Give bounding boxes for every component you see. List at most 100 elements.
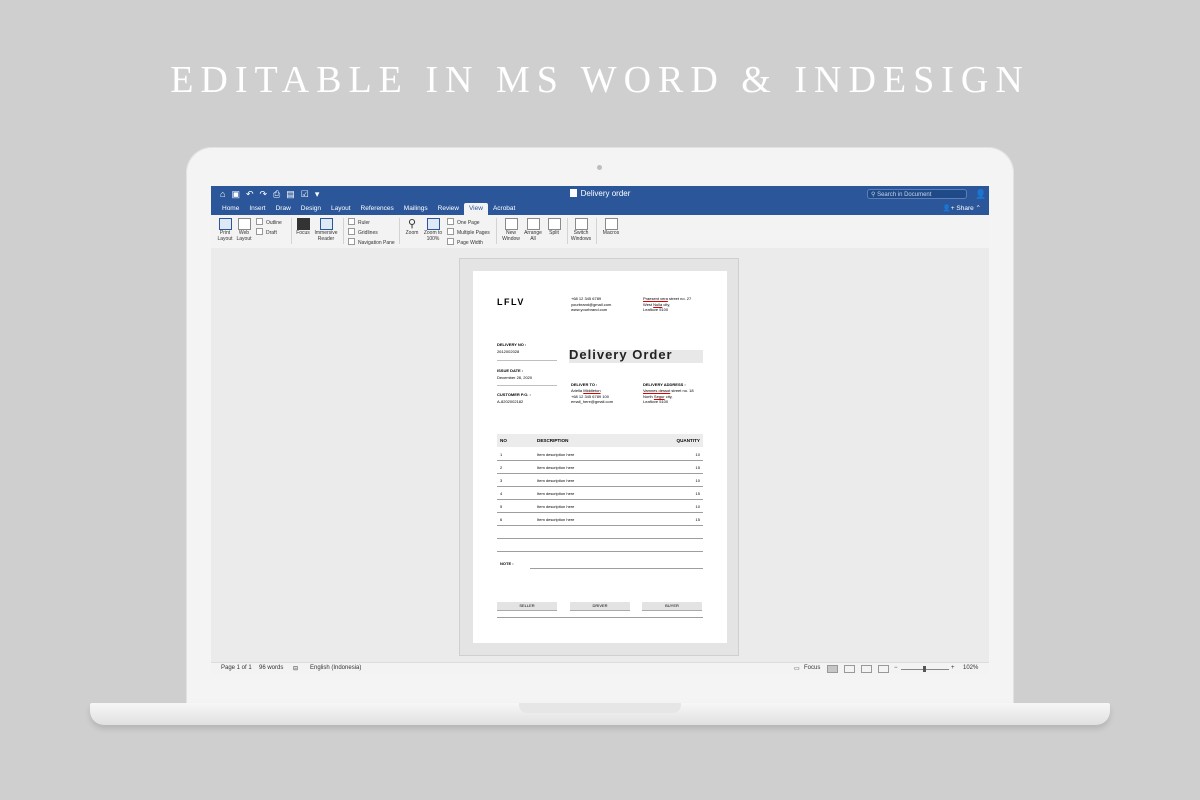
split-button[interactable]: Split [543,218,565,237]
tab-acrobat[interactable]: Acrobat [488,203,520,215]
word-doc-icon [569,189,577,197]
print-layout-label: Print Layout [217,230,233,242]
delivery-address-label: DELIVERY ADDRESS : [643,382,686,387]
proofing-icon[interactable]: ⊟ [293,665,298,672]
navigation-pane-label: Navigation Pane [358,240,395,246]
delivery-street-name: Vamnes dessot [643,388,671,393]
draft-view-icon[interactable] [878,665,889,673]
tab-mailings[interactable]: Mailings [399,203,433,215]
macros-icon [604,218,618,230]
print-layout-view-icon[interactable] [827,665,838,673]
contact-block: +68 12 345 6789 yourbrand@gmail.com www.… [571,296,611,313]
zoom-out-icon[interactable]: − [894,665,898,671]
tab-draw[interactable]: Draw [271,203,296,215]
share-label: Share [956,205,974,212]
arrange-all-icon [526,218,540,230]
tab-view[interactable]: View [463,203,488,215]
document-page[interactable]: LFLV +68 12 345 6789 yourbrand@gmail.com… [473,271,727,643]
zoom-slider-handle[interactable] [923,666,926,672]
outline-view-icon[interactable] [861,665,872,673]
tab-design[interactable]: Design [296,203,326,215]
page-width-label: Page Width [457,240,483,246]
zoom-level[interactable]: 102% [963,665,978,671]
multiple-pages-icon [447,228,454,235]
delivery-no-label: DELIVERY NO : [497,342,527,347]
zoom-in-icon[interactable]: + [951,665,955,671]
document-title-text: Delivery order [580,189,631,198]
tab-references[interactable]: References [356,203,399,215]
deliver-to-last-name: Middleton [583,388,601,393]
signature-line [497,617,703,618]
row-quantity: 15 [695,465,700,470]
search-input[interactable]: ⚲ Search in Document [867,189,967,199]
focus-mode-icon[interactable]: ▭ [794,665,800,672]
new-window-button[interactable]: New Window [500,218,522,242]
language-indicator[interactable]: English (Indonesia) [310,665,361,671]
row-no: 6 [500,517,503,522]
navigation-pane-checkbox[interactable]: Navigation Pane [348,238,395,248]
row-no: 3 [500,478,503,483]
note-line [530,568,703,569]
switch-windows-button[interactable]: Switch Windows [570,218,592,242]
zoom-100-button[interactable]: Zoom to 100% [422,218,444,242]
ribbon-divider [496,218,497,244]
one-page-button[interactable]: One Page [447,218,490,228]
table-row: 3 Item description here 10 [497,473,703,487]
table-row: 6 Item description here 15 [497,512,703,526]
table-row: 1 Item description here 10 [497,447,703,461]
delivery-address-line-3: Leaflove 5100 [643,399,669,404]
tab-layout[interactable]: Layout [326,203,356,215]
draft-button[interactable]: Draft [256,228,282,238]
share-button[interactable]: 👤+ Share ⌃ [943,203,981,215]
outline-label: Outline [266,220,282,226]
immersive-reader-button[interactable]: Immersive Reader [313,218,339,242]
multiple-pages-button[interactable]: Multiple Pages [447,228,490,238]
page-frame: LFLV +68 12 345 6789 yourbrand@gmail.com… [459,258,739,656]
page-width-button[interactable]: Page Width [447,238,490,248]
immersive-reader-icon [319,218,333,230]
view-mode-list: Outline Draft [256,218,282,238]
tab-insert[interactable]: Insert [244,203,270,215]
zoom-button[interactable]: ⚲ Zoom [401,218,423,237]
ribbon-tabs: Home Insert Draw Design Layout Reference… [211,203,989,215]
delivery-city-prefix: North [643,393,654,399]
gridlines-checkbox[interactable]: Gridlines [348,228,395,238]
address-city-suffix: city, [662,301,671,307]
ruler-checkbox[interactable]: Ruler [348,218,395,228]
address-city-prefix: West [643,301,654,307]
row-no: 4 [500,491,503,496]
row-quantity: 15 [695,491,700,496]
draft-label: Draft [266,230,277,236]
document-title-block: Delivery Order [569,347,703,363]
macros-label: Macros [602,230,620,236]
col-description-header: DESCRIPTION [537,438,569,443]
ruler-check-icon [348,218,355,225]
headline: EDITABLE IN MS WORD & INDESIGN [170,59,1030,101]
account-icon[interactable]: 👤 [975,189,986,199]
page-count[interactable]: Page 1 of 1 [221,665,252,671]
web-layout-button[interactable]: Web Layout [233,218,255,242]
outline-button[interactable]: Outline [256,218,282,228]
address-street-no: street no. 27 [667,296,692,301]
row-quantity: 10 [695,478,700,483]
web-layout-view-icon[interactable] [844,665,855,673]
table-row [497,538,703,552]
tab-home[interactable]: Home [217,203,244,215]
deliver-to-label: DELIVER TO : [571,382,598,387]
divider [497,385,557,386]
deliver-to-block: Ariella Middleton +68 12 345 6789 100 em… [571,388,613,405]
customer-po-label: CUSTOMER P.O. : [497,392,531,397]
tab-review[interactable]: Review [433,203,464,215]
focus-button[interactable]: Focus [292,218,314,237]
brand-logo: LFLV [497,297,525,307]
row-description: Item description here [537,517,575,522]
chevron-up-icon: ⌃ [975,205,981,212]
table-row: 4 Item description here 15 [497,486,703,500]
focus-mode-label[interactable]: Focus [804,665,820,671]
arrange-all-button[interactable]: Arrange All [522,218,544,242]
arrange-all-label: Arrange All [524,230,542,242]
status-bar: Page 1 of 1 96 words ⊟ English (Indonesi… [211,662,989,674]
row-no: 2 [500,465,503,470]
word-count[interactable]: 96 words [259,665,283,671]
macros-button[interactable]: Macros [600,218,622,237]
